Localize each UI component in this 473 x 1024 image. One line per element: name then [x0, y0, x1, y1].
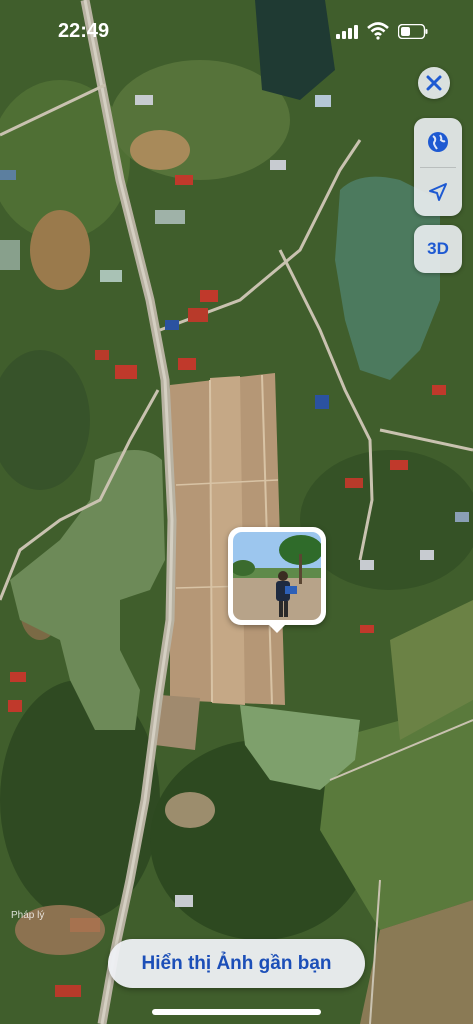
three-d-label: 3D	[427, 239, 449, 258]
close-icon	[426, 75, 442, 91]
close-button[interactable]	[418, 67, 450, 99]
battery-icon	[398, 24, 428, 39]
photo-pin-pointer	[268, 624, 286, 633]
map-controls	[414, 118, 462, 216]
photo-pin[interactable]	[228, 527, 326, 633]
photo-thumbnail	[233, 532, 321, 620]
globe-icon	[428, 132, 448, 153]
three-d-button[interactable]: 3D	[414, 225, 462, 273]
wifi-icon	[367, 22, 389, 40]
location-arrow-icon	[429, 182, 447, 201]
status-time: 22:49	[58, 20, 110, 42]
show-nearby-photos-label: Hiển thị Ảnh gần bạn	[141, 952, 332, 974]
cellular-signal-icon	[336, 25, 358, 39]
map-style-button[interactable]	[414, 118, 462, 167]
show-nearby-photos-button[interactable]: Hiển thị Ảnh gần bạn	[108, 939, 365, 988]
legal-link[interactable]: Pháp lý	[11, 910, 44, 921]
status-bar: 22:49	[0, 0, 473, 60]
home-indicator	[152, 1009, 321, 1015]
satellite-map[interactable]	[0, 0, 473, 1024]
current-location-button[interactable]	[414, 167, 462, 216]
